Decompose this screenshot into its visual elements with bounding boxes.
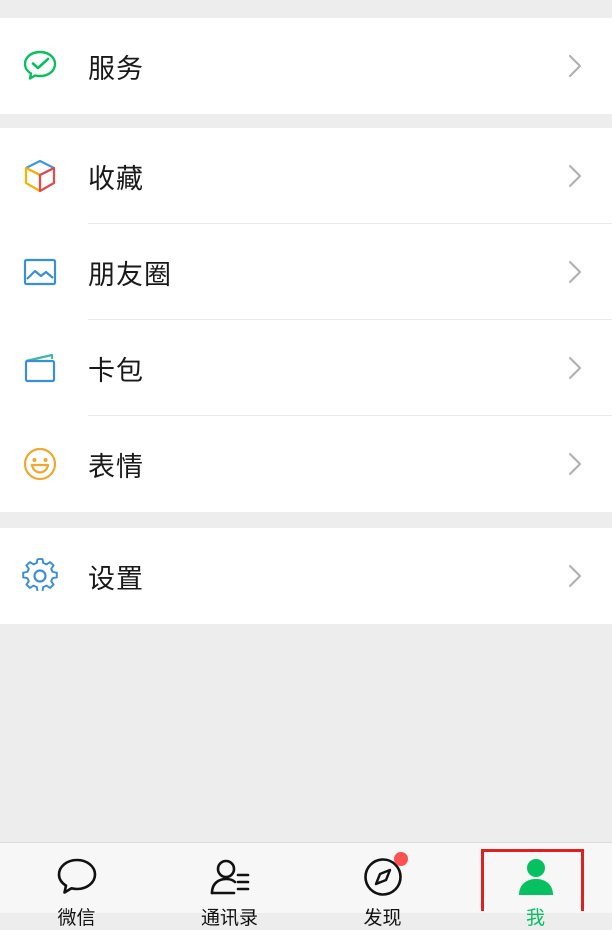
smiley-icon <box>22 446 58 482</box>
gear-icon <box>22 558 58 594</box>
chat-bubble-icon <box>55 855 99 899</box>
chevron-right-icon <box>566 562 584 590</box>
menu-label-moments: 朋友圈 <box>88 259 172 291</box>
chevron-right-icon <box>566 258 584 286</box>
picture-icon <box>22 254 58 290</box>
menu-item-settings[interactable]: 设置 <box>0 528 612 624</box>
tab-chats[interactable]: 微信 <box>0 843 153 929</box>
contacts-icon <box>208 855 252 899</box>
menu-item-service[interactable]: 服务 <box>0 18 612 114</box>
menu-label-service: 服务 <box>88 53 144 85</box>
wechat-pay-icon <box>22 48 58 84</box>
features-group: 收藏 朋友圈 卡包 表情 <box>0 128 612 512</box>
menu-label-favorites: 收藏 <box>88 163 144 195</box>
chevron-right-icon <box>566 52 584 80</box>
tab-label: 发现 <box>363 907 402 929</box>
chevron-right-icon <box>566 162 584 190</box>
tab-discover[interactable]: 发现 <box>306 843 459 929</box>
me-page: 服务 收藏 朋友圈 卡包 表情 设置 微信 通讯录 发现 我 <box>0 0 612 929</box>
discover-badge-dot <box>394 852 408 866</box>
menu-item-moments[interactable]: 朋友圈 <box>0 224 612 320</box>
chevron-right-icon <box>566 450 584 478</box>
menu-label-cards: 卡包 <box>88 355 144 387</box>
cube-icon <box>22 158 58 194</box>
menu-label-stickers: 表情 <box>88 451 144 483</box>
chevron-right-icon <box>566 354 584 382</box>
card-wallet-icon <box>22 350 58 386</box>
menu-label-settings: 设置 <box>88 563 144 595</box>
tab-label: 微信 <box>57 907 96 929</box>
menu-item-stickers[interactable]: 表情 <box>0 416 612 512</box>
service-group: 服务 <box>0 18 612 114</box>
tab-contacts[interactable]: 通讯录 <box>153 843 306 929</box>
settings-group: 设置 <box>0 528 612 624</box>
highlight-box <box>481 849 584 911</box>
menu-item-cards[interactable]: 卡包 <box>0 320 612 416</box>
menu-item-favorites[interactable]: 收藏 <box>0 128 612 224</box>
tab-label: 通讯录 <box>200 907 258 929</box>
